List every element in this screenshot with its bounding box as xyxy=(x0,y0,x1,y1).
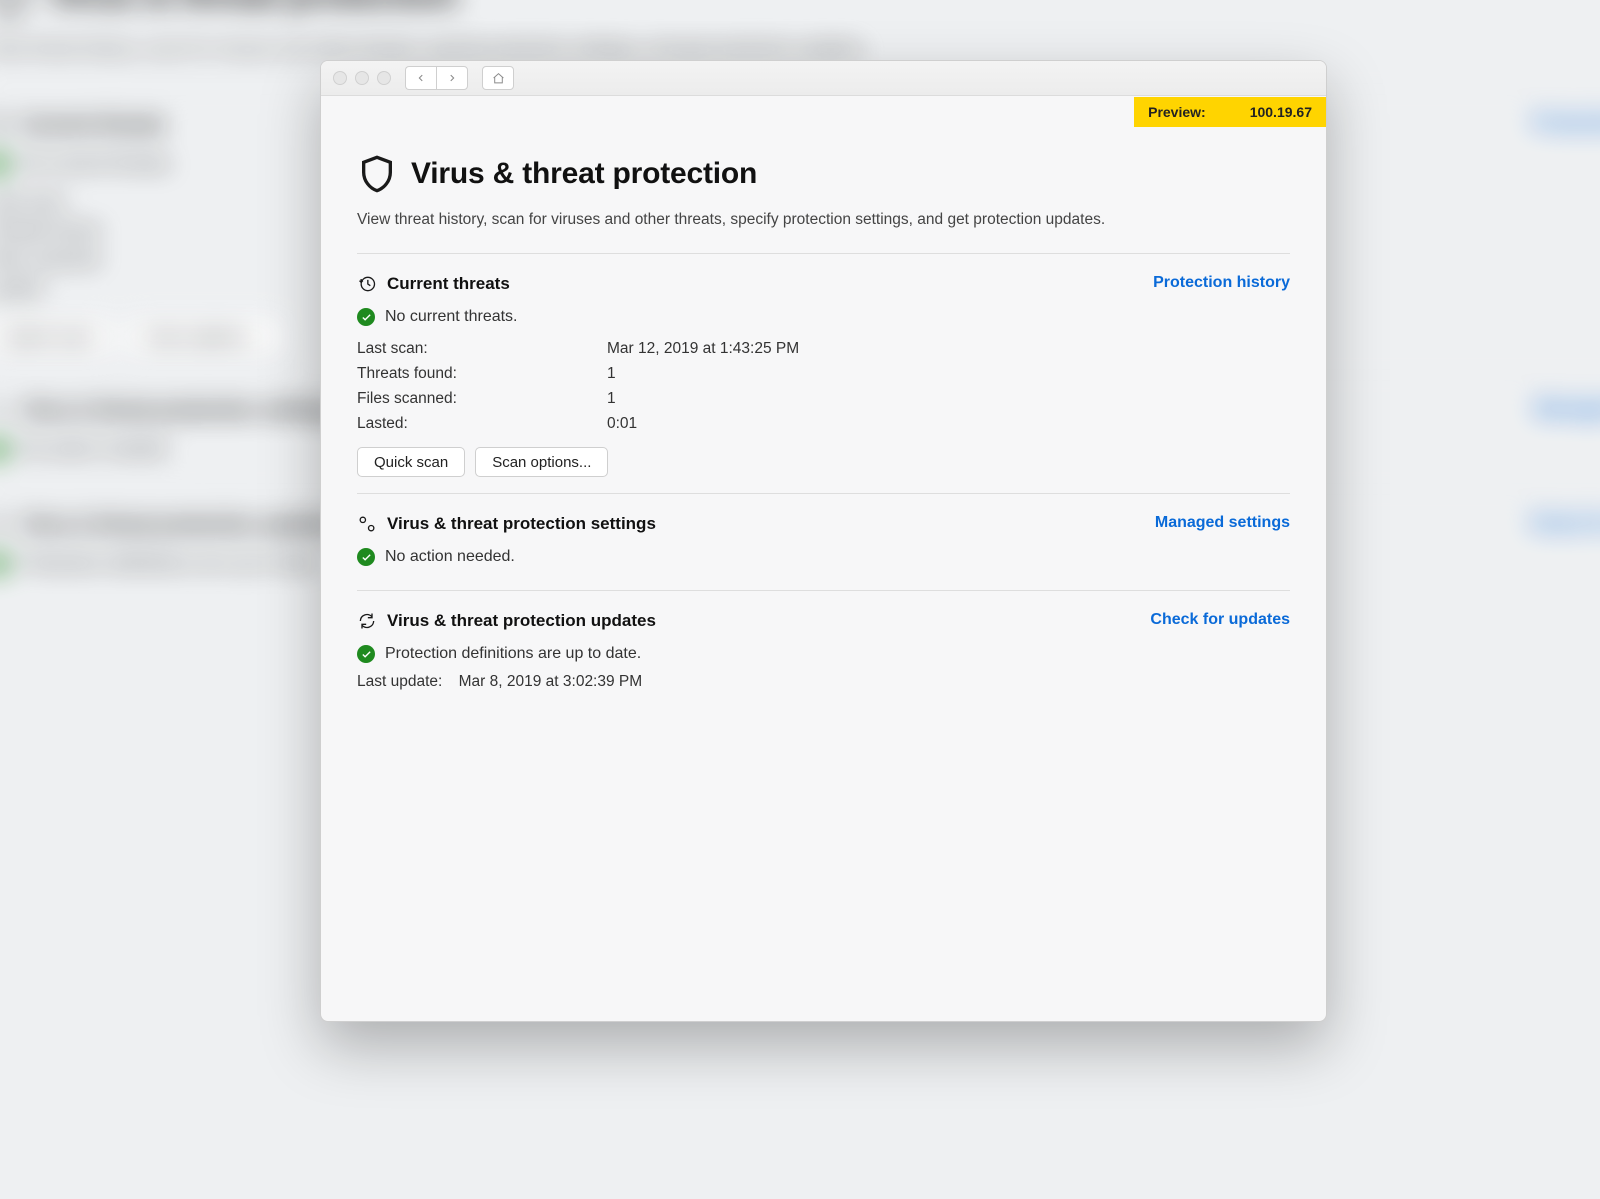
section-protection-updates: Virus & threat protection updates Check … xyxy=(357,590,1290,707)
files-scanned-label: Files scanned: xyxy=(357,390,607,408)
forward-button[interactable] xyxy=(436,66,468,90)
updates-status-text: Protection definitions are up to date. xyxy=(385,645,641,663)
titlebar xyxy=(321,61,1326,96)
last-scan-label: Last scan: xyxy=(357,340,607,358)
managed-settings-link[interactable]: Managed settings xyxy=(1155,514,1290,532)
last-scan-value: Mar 12, 2019 at 1:43:25 PM xyxy=(607,340,1290,358)
scan-options-button[interactable]: Scan options... xyxy=(475,447,608,477)
settings-status-row: No action needed. xyxy=(357,548,1290,566)
back-button[interactable] xyxy=(405,66,436,90)
lasted-label: Lasted: xyxy=(357,415,607,433)
threats-status-row: No current threats. xyxy=(357,308,1290,326)
page-title: Virus & threat protection xyxy=(411,157,757,191)
files-scanned-value: 1 xyxy=(607,390,1290,408)
home-button[interactable] xyxy=(482,66,514,90)
updates-status-row: Protection definitions are up to date. xyxy=(357,645,1290,663)
last-update-value: Mar 8, 2019 at 3:02:39 PM xyxy=(459,673,643,690)
zoom-dot[interactable] xyxy=(377,71,391,85)
check-ok-icon xyxy=(357,548,375,566)
threats-status-text: No current threats. xyxy=(385,308,518,326)
settings-status-text: No action needed. xyxy=(385,548,515,566)
refresh-icon xyxy=(357,611,377,631)
threats-found-label: Threats found: xyxy=(357,365,607,383)
page-subtitle: View threat history, scan for viruses an… xyxy=(357,208,1290,231)
section-current-threats: Current threats Protection history No cu… xyxy=(357,253,1290,493)
check-ok-icon xyxy=(357,308,375,326)
last-update-row: Last update: Mar 8, 2019 at 3:02:39 PM xyxy=(357,673,1290,691)
settings-icon xyxy=(357,514,377,534)
preview-label: Preview: xyxy=(1148,104,1206,120)
content-area: Virus & threat protection View threat hi… xyxy=(321,96,1326,727)
settings-heading: Virus & threat protection settings xyxy=(387,514,656,534)
threats-found-value: 1 xyxy=(607,365,1290,383)
page-header: Virus & threat protection xyxy=(357,154,1290,194)
scan-stats: Last scan: Mar 12, 2019 at 1:43:25 PM Th… xyxy=(357,340,1290,433)
protection-history-link[interactable]: Protection history xyxy=(1153,274,1290,292)
preview-version: 100.19.67 xyxy=(1250,104,1312,120)
quick-scan-button[interactable]: Quick scan xyxy=(357,447,465,477)
preview-banner: Preview: 100.19.67 xyxy=(1134,97,1326,127)
last-update-label: Last update: xyxy=(357,673,442,690)
shield-icon xyxy=(357,154,397,194)
nav-back-forward xyxy=(405,66,468,90)
updates-heading: Virus & threat protection updates xyxy=(387,611,656,631)
current-threats-heading: Current threats xyxy=(387,274,510,294)
lasted-value: 0:01 xyxy=(607,415,1290,433)
minimize-dot[interactable] xyxy=(355,71,369,85)
window-controls xyxy=(333,71,391,85)
app-window: Preview: 100.19.67 Virus & threat protec… xyxy=(320,60,1327,1022)
check-updates-link[interactable]: Check for updates xyxy=(1150,611,1290,629)
close-dot[interactable] xyxy=(333,71,347,85)
check-ok-icon xyxy=(357,645,375,663)
section-protection-settings: Virus & threat protection settings Manag… xyxy=(357,493,1290,590)
history-icon xyxy=(357,274,377,294)
